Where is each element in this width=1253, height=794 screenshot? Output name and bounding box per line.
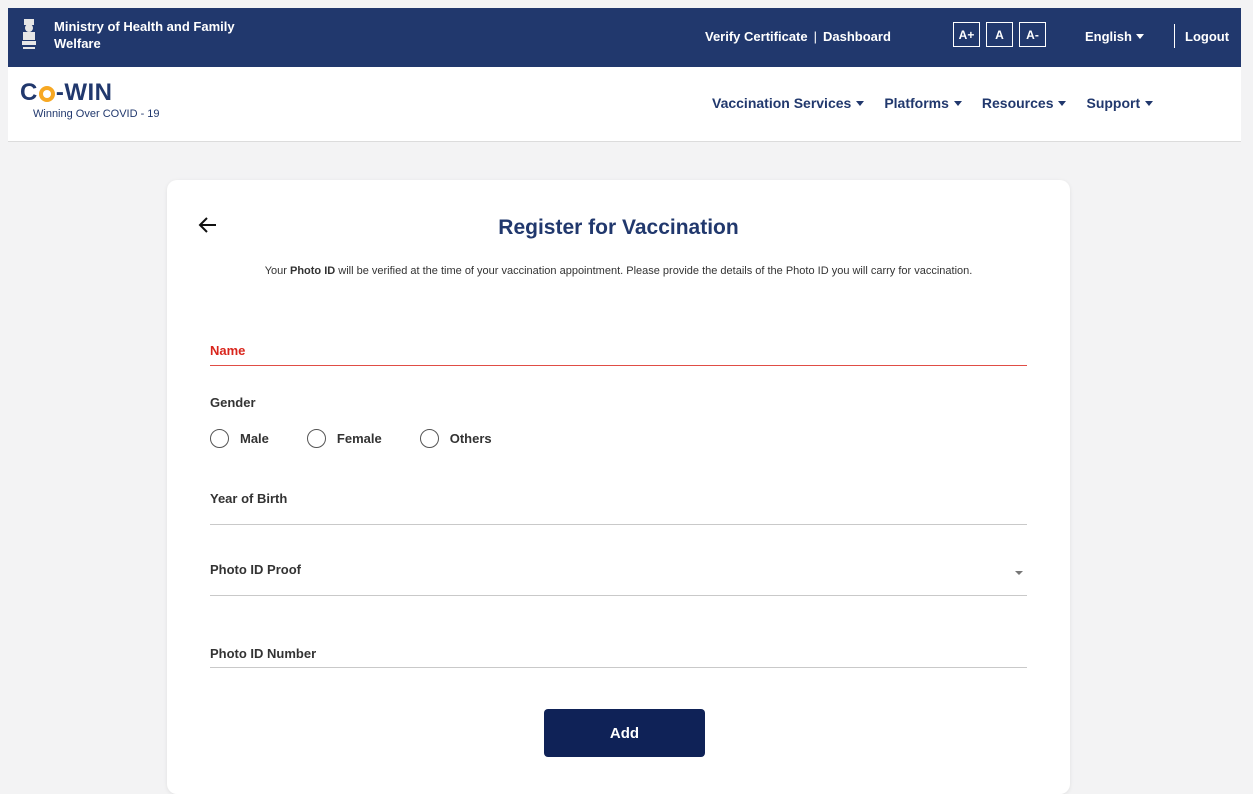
cowin-logo[interactable]: C -WIN Winning Over COVID - 19: [20, 79, 160, 120]
nav-support[interactable]: Support: [1086, 95, 1154, 111]
link-separator: |: [813, 29, 817, 44]
radio-circle-icon[interactable]: [210, 429, 229, 448]
logo-text: C -WIN: [20, 79, 160, 107]
radio-label-female: Female: [336, 431, 382, 446]
font-default-button[interactable]: A: [986, 22, 1013, 47]
gender-radio-group: Male Female Others: [210, 429, 530, 448]
nav-vaccination-services[interactable]: Vaccination Services: [712, 95, 865, 111]
language-label: English: [1085, 29, 1132, 44]
chevron-down-icon: [1145, 100, 1154, 106]
photo-id-notice: Your Photo ID will be verified at the ti…: [257, 263, 980, 279]
chevron-down-icon: [856, 100, 865, 106]
name-field-label[interactable]: Name: [210, 343, 245, 358]
site-header: C -WIN Winning Over COVID - 19 Vaccinati…: [8, 67, 1241, 142]
nav-resources[interactable]: Resources: [982, 95, 1067, 111]
photo-id-number-field[interactable]: Photo ID Number: [210, 646, 316, 661]
divider: [1174, 24, 1175, 48]
chevron-down-icon: [953, 100, 962, 106]
nav-platforms[interactable]: Platforms: [884, 95, 962, 111]
notice-text: Your: [264, 265, 290, 277]
top-bar: Ministry of Health and Family Welfare Ve…: [8, 8, 1241, 67]
nav-label: Platforms: [884, 95, 949, 111]
photo-id-proof-select[interactable]: Photo ID Proof: [210, 562, 301, 577]
logout-link[interactable]: Logout: [1185, 29, 1229, 44]
add-button[interactable]: Add: [544, 709, 705, 757]
radio-circle-icon[interactable]: [419, 429, 439, 448]
logo-o-icon: [38, 86, 55, 102]
photo-id-proof-underline[interactable]: [210, 595, 1027, 596]
gender-radio-male[interactable]: Male: [210, 429, 269, 448]
chevron-down-icon: [1135, 34, 1144, 39]
dashboard-link[interactable]: Dashboard: [823, 29, 891, 44]
logo-tagline: Winning Over COVID - 19: [33, 108, 160, 120]
radio-label-others: Others: [449, 431, 492, 446]
radio-label-male: Male: [240, 431, 269, 446]
gender-radio-female[interactable]: Female: [306, 429, 382, 448]
verify-certificate-link[interactable]: Verify Certificate: [705, 29, 808, 44]
font-decrease-button[interactable]: A-: [1019, 22, 1046, 47]
page-title: Register for Vaccination: [498, 216, 739, 239]
font-size-controls: A+ A A-: [953, 22, 1046, 47]
gender-radio-others[interactable]: Others: [419, 429, 492, 448]
name-field-underline[interactable]: [210, 365, 1027, 366]
ministry-title: Ministry of Health and Family Welfare: [54, 19, 235, 51]
chevron-down-icon[interactable]: [1015, 571, 1023, 575]
notice-text: will be verified at the time of your vac…: [335, 265, 973, 277]
language-dropdown[interactable]: English: [1085, 29, 1144, 44]
font-increase-button[interactable]: A+: [953, 22, 980, 47]
notice-emphasis: Photo ID: [289, 265, 336, 277]
gender-label: Gender: [210, 395, 256, 410]
national-emblem-icon: [22, 19, 36, 49]
main-nav: Vaccination Services Platforms Resources…: [712, 95, 1154, 111]
nav-label: Support: [1086, 95, 1141, 111]
logo-win: -WIN: [55, 79, 113, 106]
year-of-birth-field[interactable]: Year of Birth: [210, 491, 287, 506]
year-of-birth-underline[interactable]: [210, 524, 1027, 525]
nav-label: Resources: [981, 95, 1054, 111]
nav-label: Vaccination Services: [712, 95, 852, 111]
photo-id-number-underline[interactable]: [210, 667, 1027, 668]
radio-circle-icon[interactable]: [306, 429, 326, 448]
registration-card: Register for Vaccination Your Photo ID w…: [167, 180, 1070, 794]
chevron-down-icon: [1058, 100, 1067, 106]
logo-letter-c: C: [20, 79, 38, 106]
top-links: Verify Certificate | Dashboard: [705, 29, 891, 44]
